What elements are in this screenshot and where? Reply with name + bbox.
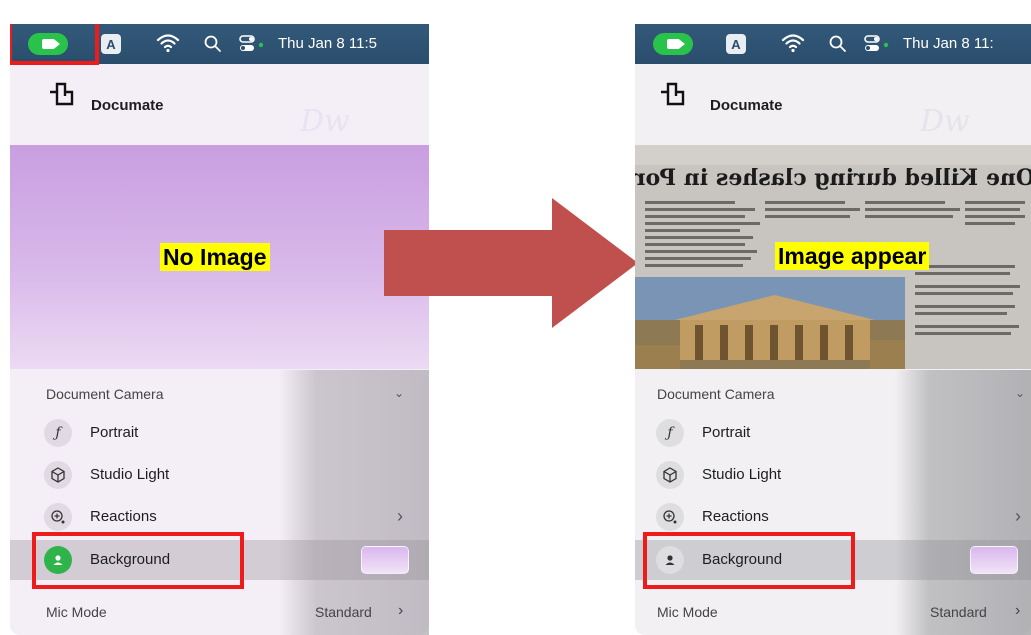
effect-row-studio-light[interactable]: Studio Light xyxy=(10,455,429,495)
effect-row-reactions[interactable]: Reactions › xyxy=(635,497,1031,537)
documate-app-icon xyxy=(661,82,685,106)
effect-label: Studio Light xyxy=(702,466,782,483)
effect-label: Studio Light xyxy=(90,466,170,483)
mic-mode-value[interactable]: Standard xyxy=(315,604,372,620)
effect-row-studio-light[interactable]: Studio Light xyxy=(635,455,1031,495)
effect-row-portrait[interactable]: ƒ Portrait xyxy=(635,413,1031,453)
menu-bar-clock[interactable]: Thu Jan 8 11: xyxy=(903,35,994,52)
annotation-label-image-appear: Image appear xyxy=(775,242,930,270)
watermark-logo: Dw xyxy=(920,104,970,139)
chevron-right-icon[interactable]: › xyxy=(1015,602,1020,620)
effect-label: Portrait xyxy=(90,424,139,441)
spotlight-search-icon[interactable] xyxy=(828,34,848,54)
panel-before: A Thu Jan 8 11:5 Documate Dw No Image Do… xyxy=(10,24,429,635)
camera-preview-empty: No Image xyxy=(10,145,429,369)
chevron-right-icon[interactable]: › xyxy=(398,602,403,620)
chevron-down-icon[interactable]: ⌄ xyxy=(394,386,404,400)
app-title: Documate xyxy=(91,97,164,114)
control-center-icon[interactable] xyxy=(863,33,891,55)
annotation-box-background-row xyxy=(643,532,855,589)
control-center-icon[interactable] xyxy=(238,33,266,55)
section-label-document-camera: Document Camera xyxy=(46,386,164,402)
menu-bar-clock[interactable]: Thu Jan 8 11:5 xyxy=(278,35,377,52)
chevron-right-icon: › xyxy=(397,506,403,526)
wifi-icon[interactable] xyxy=(156,32,180,54)
effect-row-portrait[interactable]: ƒ Portrait xyxy=(10,413,429,453)
mic-mode-label: Mic Mode xyxy=(657,604,718,620)
section-label-document-camera: Document Camera xyxy=(657,386,775,402)
camera-in-use-icon[interactable] xyxy=(653,33,693,55)
chevron-right-icon: › xyxy=(1015,506,1021,526)
annotation-box-camera-icon xyxy=(10,24,99,65)
reactions-icon xyxy=(44,503,72,531)
background-color-swatch[interactable] xyxy=(970,546,1018,574)
spotlight-search-icon[interactable] xyxy=(203,34,223,54)
effect-label: Reactions xyxy=(702,508,769,525)
newspaper-headline: One Killed during clashes in Portland xyxy=(635,165,1031,191)
input-source-icon[interactable]: A xyxy=(726,34,746,54)
background-color-swatch[interactable] xyxy=(361,546,409,574)
menu-bar: A Thu Jan 8 11: xyxy=(635,24,1031,64)
mic-mode-value[interactable]: Standard xyxy=(930,604,987,620)
panel-after: A Thu Jan 8 11: Documate Dw One Killed d… xyxy=(635,24,1031,635)
chevron-down-icon[interactable]: ⌄ xyxy=(1015,386,1025,400)
documate-app-icon xyxy=(50,82,74,106)
effect-label: Portrait xyxy=(702,424,751,441)
effect-row-reactions[interactable]: Reactions › xyxy=(10,497,429,537)
mic-mode-label: Mic Mode xyxy=(46,604,107,620)
studio-light-icon xyxy=(656,461,684,489)
portrait-icon: ƒ xyxy=(656,419,684,447)
annotation-label-no-image: No Image xyxy=(160,243,270,271)
input-source-icon[interactable]: A xyxy=(101,34,121,54)
app-title: Documate xyxy=(710,97,783,114)
studio-light-icon xyxy=(44,461,72,489)
watermark-logo: Dw xyxy=(300,104,350,139)
effect-label: Reactions xyxy=(90,508,157,525)
annotation-box-background-row xyxy=(32,532,244,589)
wifi-icon[interactable] xyxy=(781,32,805,54)
camera-preview-document: One Killed during clashes in Portland xyxy=(635,145,1031,369)
arrow-annotation xyxy=(384,198,638,328)
reactions-icon xyxy=(656,503,684,531)
portrait-icon: ƒ xyxy=(44,419,72,447)
